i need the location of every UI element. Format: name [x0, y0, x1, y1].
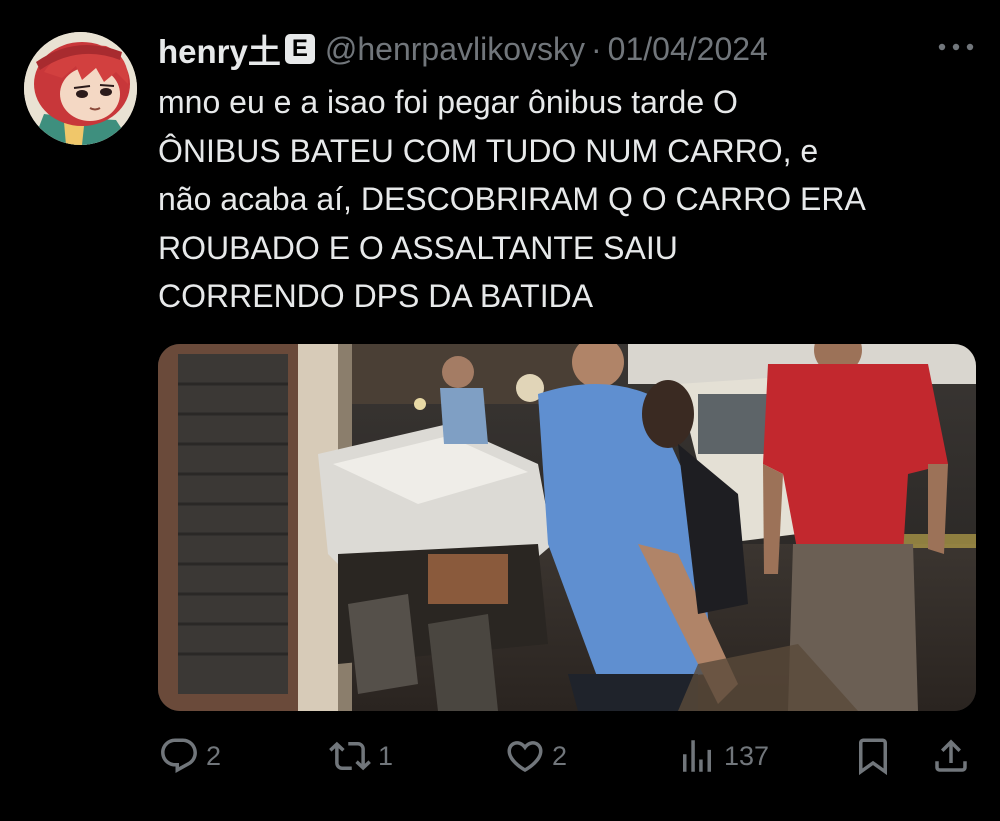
like-count: 2: [552, 740, 568, 771]
anime-avatar-icon: [24, 32, 137, 145]
tweet-media[interactable]: [158, 344, 976, 711]
tweet: henry土 E @henrpavlikovsky · 01/04/2024 m…: [0, 0, 1000, 821]
author-handle[interactable]: @henrpavlikovsky: [325, 31, 585, 68]
tweet-date[interactable]: 01/04/2024: [608, 31, 768, 68]
tweet-text: mno eu e a isao foi pegar ônibus tarde O…: [158, 84, 866, 314]
reply-icon: [161, 738, 197, 773]
name-badge-icon: E: [284, 34, 315, 64]
reply-button[interactable]: 2: [158, 728, 221, 784]
retweet-button[interactable]: 1: [328, 728, 393, 784]
more-button[interactable]: [934, 34, 978, 60]
reply-count: 2: [206, 740, 222, 771]
share-button[interactable]: [930, 728, 972, 784]
action-bar: 2 1 2 137: [158, 728, 976, 784]
views-button[interactable]: 137: [676, 728, 769, 784]
header-separator: ·: [591, 30, 602, 67]
retweet-icon: [329, 741, 371, 771]
author-display-name[interactable]: henry土: [158, 25, 281, 73]
bookmark-button[interactable]: [852, 728, 894, 784]
tweet-header: henry土 E @henrpavlikovsky · 01/04/2024: [158, 26, 768, 72]
author-avatar[interactable]: [24, 32, 137, 145]
retweet-count: 1: [378, 740, 394, 771]
share-icon: [935, 739, 967, 772]
views-icon: [683, 740, 711, 772]
views-count: 137: [724, 740, 770, 771]
bookmark-icon: [859, 738, 887, 776]
crashed-car-photo: [158, 344, 976, 711]
like-button[interactable]: 2: [504, 728, 567, 784]
heart-icon: [507, 741, 543, 773]
more-icon: [938, 43, 974, 51]
